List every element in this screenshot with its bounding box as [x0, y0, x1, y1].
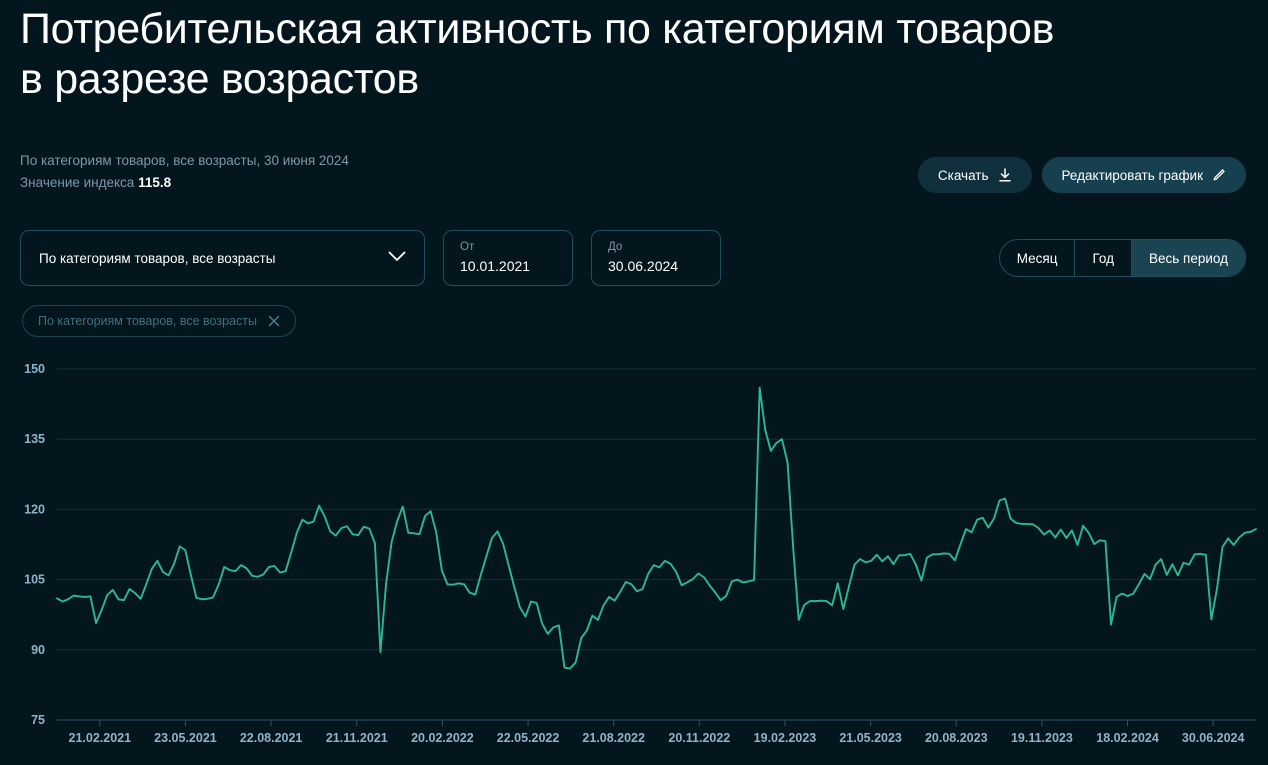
x-axis-tick-label: 21.02.2021 [69, 731, 132, 745]
toolbar: Скачать Редактировать график [917, 157, 1246, 193]
chevron-down-icon [388, 249, 406, 267]
x-axis-tick-label: 22.05.2022 [497, 731, 560, 745]
x-axis-tick-label: 22.08.2021 [240, 731, 303, 745]
download-button-label: Скачать [937, 167, 989, 183]
page-title: Потребительская активность по категориям… [20, 5, 1055, 103]
y-axis-tick-label: 120 [24, 502, 45, 516]
chart-canvas: 150 135 120 105 90 75 21.02.2021 23.05.2021 22.0… [24, 362, 1257, 745]
date-from-value: 10.01.2021 [460, 258, 531, 274]
x-axis-tick-label: 21.08.2022 [582, 731, 645, 745]
selected-series-chip-label: По категориям товаров, все возрасты [38, 314, 257, 328]
date-to-value: 30.06.2024 [608, 258, 679, 274]
x-axis-tick-label: 20.02.2022 [411, 731, 474, 745]
x-axis-tick-label: 21.11.2021 [326, 731, 388, 745]
x-axis-tick-label: 30.06.2024 [1182, 731, 1245, 745]
download-button[interactable]: Скачать [917, 157, 1032, 193]
pencil-icon [1212, 168, 1226, 182]
y-axis-tick-label: 135 [24, 432, 45, 446]
download-icon [998, 167, 1012, 183]
chart-subtitle: По категориям товаров, все возрасты, 30 … [20, 153, 349, 168]
edit-chart-button[interactable]: Редактировать график [1041, 157, 1246, 193]
period-segmented-control: Месяц Год Весь период [998, 239, 1246, 277]
date-to-field[interactable]: До 30.06.2024 [591, 230, 721, 286]
index-value: 115.8 [138, 175, 172, 190]
header-subtitle-block: По категориям товаров, все возрасты, 30 … [20, 150, 349, 194]
x-axis-tick-label: 23.05.2021 [154, 731, 217, 745]
series-line [56, 386, 1257, 670]
period-option-year[interactable]: Год [1074, 240, 1131, 276]
period-option-all[interactable]: Весь период [1130, 240, 1245, 276]
category-select[interactable]: По категориям товаров, все возрасты [20, 230, 425, 286]
edit-chart-button-label: Редактировать график [1061, 167, 1204, 183]
line-chart: 150 135 120 105 90 75 21.02.2021 23.05.2021 22.0… [0, 352, 1268, 765]
dashboard-page: Потребительская активность по категориям… [0, 0, 1268, 765]
period-option-month[interactable]: Месяц [1000, 240, 1075, 276]
x-axis-tick-label: 19.02.2023 [754, 731, 817, 745]
index-value-line: Значение индекса 115.8 [20, 172, 349, 194]
y-axis-tick-label: 90 [31, 643, 45, 657]
y-axis-tick-label: 105 [24, 573, 45, 587]
x-axis-tick-label: 18.02.2024 [1096, 731, 1159, 745]
y-axis-tick-label: 150 [24, 362, 45, 376]
category-select-value: По категориям товаров, все возрасты [39, 250, 276, 266]
x-axis-tick-label: 19.11.2023 [1011, 731, 1073, 745]
date-from-field[interactable]: От 10.01.2021 [443, 230, 573, 286]
x-axis-tick-label: 21.05.2023 [839, 731, 902, 745]
selected-series-chip[interactable]: По категориям товаров, все возрасты [22, 305, 296, 337]
date-from-label: От [460, 241, 475, 253]
index-label: Значение индекса [20, 175, 135, 190]
filter-controls: По категориям товаров, все возрасты От 1… [20, 230, 721, 286]
date-to-label: До [608, 241, 623, 253]
close-icon[interactable] [268, 315, 280, 327]
y-axis-tick-label: 75 [31, 713, 45, 727]
x-axis-tick-label: 20.08.2023 [925, 731, 988, 745]
x-axis-tick-label: 20.11.2022 [668, 731, 730, 745]
